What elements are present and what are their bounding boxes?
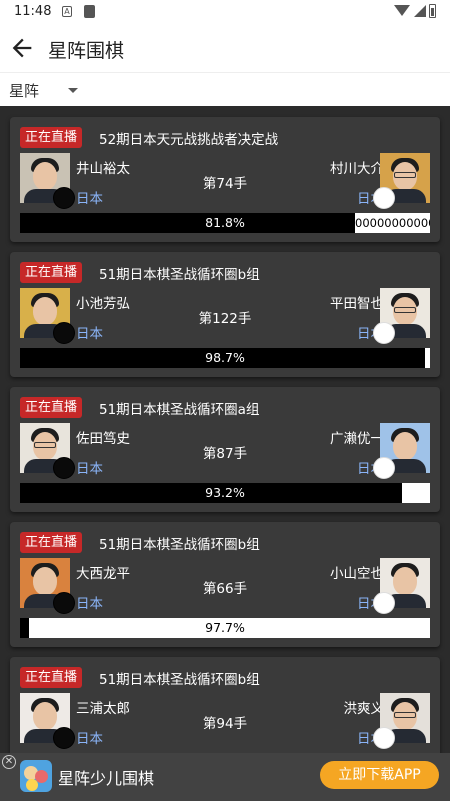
match-title: 51期日本棋圣战循环圈b组 bbox=[99, 672, 260, 688]
white-stone-icon bbox=[373, 457, 395, 479]
notification-a-icon: A bbox=[62, 6, 72, 17]
live-badge: 正在直播 bbox=[20, 262, 83, 283]
white-player-name: 洪爽义 bbox=[343, 701, 385, 717]
page-title: 星阵围棋 bbox=[48, 40, 125, 62]
ad-banner[interactable]: ✕ 星阵少儿围棋 立即下载APP bbox=[0, 753, 450, 801]
white-stone-icon bbox=[373, 727, 395, 749]
match-list[interactable]: 正在直播 52期日本天元战挑战者决定战 井山裕太 日本 第74手 村川大介 日本… bbox=[0, 106, 450, 753]
match-title: 52期日本天元战挑战者决定战 bbox=[99, 132, 279, 148]
white-stone-icon bbox=[373, 322, 395, 344]
download-app-button[interactable]: 立即下载APP bbox=[320, 761, 439, 789]
app-bar: 星阵围棋 bbox=[0, 24, 450, 72]
win-rate-bar: 97.7% bbox=[20, 618, 430, 638]
live-badge: 正在直播 bbox=[20, 667, 83, 688]
match-title: 51期日本棋圣战循环圈a组 bbox=[99, 402, 260, 418]
white-stone-icon bbox=[373, 187, 395, 209]
live-badge: 正在直播 bbox=[20, 127, 83, 148]
white-stone-icon bbox=[373, 592, 395, 614]
close-icon[interactable]: ✕ bbox=[2, 755, 16, 769]
battery-icon bbox=[429, 4, 436, 18]
win-rate-label: 98.7% bbox=[205, 350, 245, 365]
signal-icon bbox=[414, 5, 426, 17]
white-player-name: 广濑优一 bbox=[330, 431, 384, 447]
caret-down-icon bbox=[68, 88, 78, 93]
win-rate-bar: 93.2% bbox=[20, 483, 430, 503]
win-rate-overflow-text: 000000000000 bbox=[355, 216, 430, 230]
source-filter-dropdown[interactable]: 星阵 bbox=[0, 72, 450, 106]
win-rate-bar: 81.8% 000000000000 bbox=[20, 213, 430, 233]
live-badge: 正在直播 bbox=[20, 532, 83, 553]
win-rate-bar: 98.7% bbox=[20, 348, 430, 368]
match-card[interactable]: 正在直播 51期日本棋圣战循环圈b组 小池芳弘 日本 第122手 平田智也 日本… bbox=[10, 252, 440, 377]
match-card[interactable]: 正在直播 52期日本天元战挑战者决定战 井山裕太 日本 第74手 村川大介 日本… bbox=[10, 117, 440, 242]
app-icon bbox=[20, 760, 52, 792]
match-title: 51期日本棋圣战循环圈b组 bbox=[99, 537, 260, 553]
white-player-name: 村川大介 bbox=[330, 161, 384, 177]
ad-text: 星阵少儿围棋 bbox=[58, 769, 155, 788]
match-title: 51期日本棋圣战循环圈b组 bbox=[99, 267, 260, 283]
status-bar: 11:48 A bbox=[0, 0, 450, 24]
white-player-name: 平田智也 bbox=[330, 296, 384, 312]
win-rate-label: 93.2% bbox=[205, 485, 245, 500]
back-arrow-icon[interactable] bbox=[8, 34, 36, 62]
win-rate-label: 97.7% bbox=[205, 620, 245, 635]
match-card[interactable]: 正在直播 51期日本棋圣战循环圈b组 三浦太郎 日本 第94手 洪爽义 日本 bbox=[10, 657, 440, 753]
white-player-name: 小山空也 bbox=[330, 566, 384, 582]
wifi-icon bbox=[394, 5, 410, 16]
filter-selected-value: 星阵 bbox=[9, 82, 40, 100]
match-card[interactable]: 正在直播 51期日本棋圣战循环圈b组 大西龙平 日本 第66手 小山空也 日本 … bbox=[10, 522, 440, 647]
status-time: 11:48 bbox=[14, 4, 52, 19]
notification-square-icon bbox=[84, 5, 95, 18]
live-badge: 正在直播 bbox=[20, 397, 83, 418]
match-card[interactable]: 正在直播 51期日本棋圣战循环圈a组 佐田笃史 日本 第87手 广濑优一 日本 … bbox=[10, 387, 440, 512]
